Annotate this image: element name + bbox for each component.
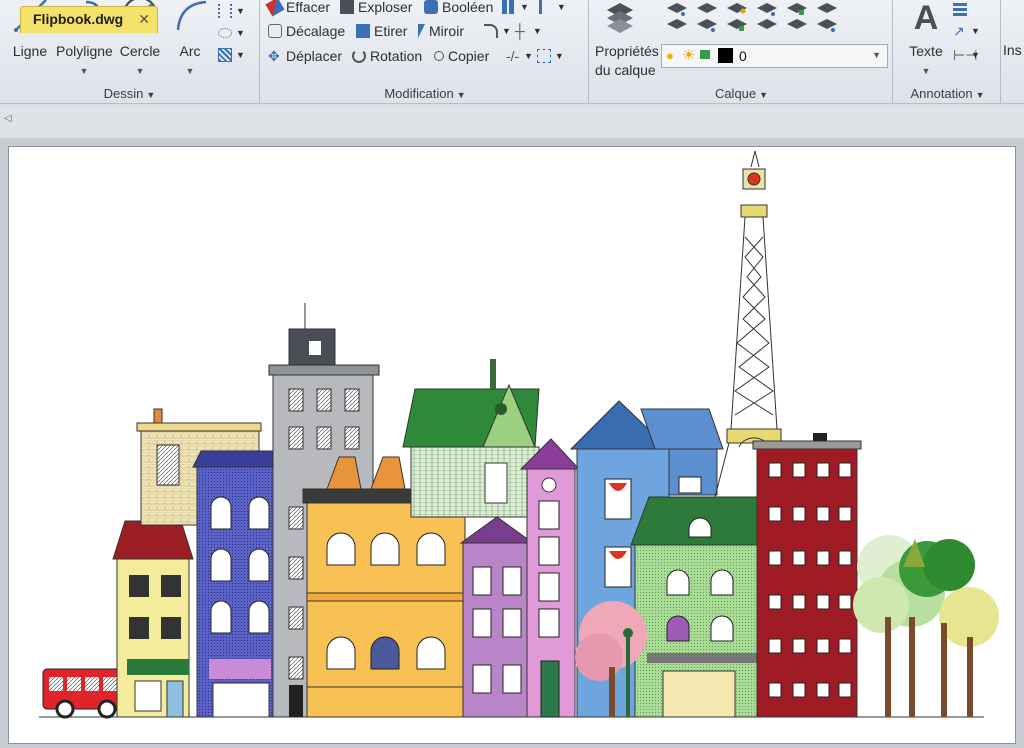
tool-dimension[interactable]: ⊢⊣ ▼ [953, 44, 980, 66]
tool-ligne-label: Ligne [12, 43, 48, 59]
document-tab-bar [0, 105, 1024, 138]
tool-points[interactable]: ▼ [218, 0, 245, 22]
tool-table[interactable] [953, 0, 967, 20]
table-icon [953, 2, 967, 16]
panel-annotation-title[interactable]: Annotation ▼ [895, 86, 1000, 101]
panel-calque-title[interactable]: Calque ▼ [591, 86, 892, 101]
tool-polyligne-label: Polyligne [56, 43, 113, 59]
bulb-icon: ● [666, 48, 674, 63]
tool-arc-label: Arc [179, 43, 201, 59]
sun-icon: ☀ [682, 47, 696, 64]
array-icon [502, 0, 516, 14]
chevron-down-icon[interactable]: ▼ [901, 66, 951, 76]
eraser-icon [265, 0, 285, 17]
tool-decalage[interactable]: Décalage [268, 20, 345, 42]
bus [42, 668, 126, 719]
rotate-icon [352, 49, 366, 63]
ellipse-icon [218, 28, 232, 38]
panel-annotation: A Texte ▼ ↗ ▼ ⊢⊣ ▼ Annotation ▼ [895, 0, 1001, 104]
close-icon[interactable]: ✕ [138, 11, 150, 28]
extend-icon: -/- [506, 48, 520, 64]
panel-calque: Propriétés du calque ● ☀ 0 ▼ Calque ▼ [591, 0, 893, 104]
current-layer-name: 0 [739, 48, 747, 64]
stretch-icon [356, 24, 370, 38]
layer-color-swatch [718, 48, 733, 63]
tab-scroll-left-icon[interactable]: ◁ [4, 113, 12, 124]
move-icon: ✥ [268, 48, 280, 64]
tool-booleen[interactable]: Booléen [424, 0, 493, 18]
trim-icon: ┼ [514, 23, 525, 39]
document-tab-flipbook[interactable]: Flipbook.dwg ✕ [20, 6, 158, 33]
tool-texte-label: Texte [909, 43, 943, 59]
insert-panel-label[interactable]: Ins [1003, 42, 1022, 58]
explode-icon [340, 0, 354, 14]
select-box-icon [536, 49, 551, 63]
offset-icon [268, 24, 282, 38]
chevron-down-icon[interactable]: ▼ [162, 66, 218, 76]
drawing-canvas[interactable] [8, 146, 1016, 744]
panel-modification-title[interactable]: Modification ▼ [262, 86, 588, 101]
panel-modification: Effacer Décalage ✥ Déplacer Exploser Etir… [262, 0, 589, 104]
tool-copier[interactable]: Copier [434, 45, 489, 67]
arc-icon [176, 0, 207, 31]
layer-properties-button[interactable]: Propriétés du calque [595, 42, 659, 80]
chevron-down-icon[interactable]: ▼ [56, 66, 112, 76]
align-icon [538, 0, 553, 14]
layer-stack-icon [605, 0, 635, 36]
document-tab-label: Flipbook.dwg [33, 11, 124, 27]
chevron-down-icon: ▼ [872, 50, 881, 60]
chevron-down-icon[interactable]: ▼ [112, 66, 168, 76]
tool-extend[interactable]: -/- ▼ ▼ [506, 45, 564, 67]
tool-ellipse[interactable]: ▼ [218, 22, 245, 44]
copy-icon [434, 51, 444, 61]
tool-etirer[interactable]: Etirer [356, 20, 407, 42]
fillet-icon [484, 24, 498, 38]
tool-exploser[interactable]: Exploser [340, 0, 412, 18]
tool-effacer[interactable]: Effacer [265, 0, 330, 18]
tool-array[interactable]: ▼ ▼ [502, 0, 566, 18]
tool-fillet[interactable]: ▼ ┼ ▼ [484, 20, 542, 42]
dotted-line-icon [218, 4, 232, 18]
dimension-icon: ⊢⊣ [953, 47, 978, 63]
mirror-icon [418, 24, 425, 38]
text-icon: A [913, 0, 939, 37]
city-drawing [39, 150, 999, 719]
hatch-icon [218, 48, 232, 62]
tool-deplacer[interactable]: ✥ Déplacer [268, 45, 342, 67]
unlock-icon [700, 50, 710, 59]
tool-miroir[interactable]: Miroir [418, 20, 464, 42]
tool-hatch[interactable]: ▼ [218, 44, 245, 66]
tool-arc[interactable]: Arc ▼ [162, 0, 218, 82]
tool-cercle-label: Cercle [119, 43, 161, 59]
layer-dropdown[interactable]: ● ☀ 0 ▼ [661, 44, 888, 68]
tool-leader[interactable]: ↗ ▼ [953, 20, 980, 42]
panel-dessin-title[interactable]: Dessin ▼ [0, 86, 259, 101]
boolean-icon [424, 0, 438, 14]
layer-tools-icon [667, 3, 837, 32]
tool-rotation[interactable]: Rotation [352, 45, 422, 67]
tool-texte[interactable]: A Texte ▼ [901, 0, 951, 82]
leader-icon: ↗ [953, 23, 965, 39]
layer-tools-grid [663, 2, 853, 42]
